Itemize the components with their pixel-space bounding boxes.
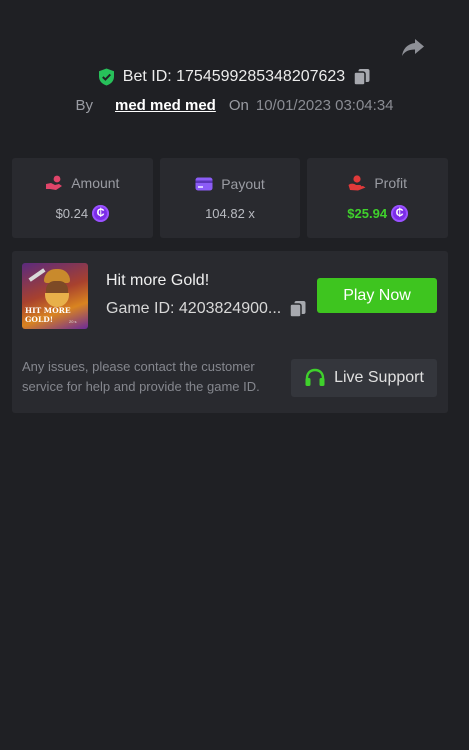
pickaxe-shape <box>28 268 46 282</box>
stat-amount: Amount $0.24 ₵ <box>12 158 153 238</box>
hand-coins-icon <box>45 175 63 191</box>
payout-value: 104.82 x <box>205 205 255 221</box>
hand-profit-icon <box>348 174 366 191</box>
coin-icon: ₵ <box>92 204 110 222</box>
miner-beard-shape <box>45 293 69 307</box>
thumb-badge: 20 s <box>69 319 77 324</box>
bet-datetime: 10/01/2023 03:04:34 <box>255 97 394 114</box>
bet-stats: Amount $0.24 ₵ Payout 104.82 x Profit $2… <box>12 158 449 238</box>
on-label: On <box>228 97 249 114</box>
play-now-button[interactable]: Play Now <box>317 278 437 313</box>
payout-label: Payout <box>221 175 265 192</box>
copy-bet-id-icon[interactable] <box>353 68 371 86</box>
live-support-button[interactable]: Live Support <box>291 359 437 397</box>
live-support-label: Live Support <box>334 369 424 386</box>
bet-author-row: By med med med On 10/01/2023 03:04:34 <box>0 97 469 114</box>
by-label: By <box>75 97 93 114</box>
game-id-row: Game ID: 4203824900... <box>106 300 307 318</box>
support-message: Any issues, please contact the customer … <box>22 359 260 394</box>
game-title[interactable]: Hit more Gold! <box>106 272 209 290</box>
amount-label: Amount <box>71 174 120 191</box>
thumb-title-line2: GOLD! <box>25 315 54 324</box>
bet-id: Bet ID: 1754599285348207623 <box>122 68 346 85</box>
coin-icon: ₵ <box>391 204 409 222</box>
profit-label: Profit <box>374 174 408 191</box>
thumb-title-line1: HIT MORE <box>25 306 71 315</box>
profit-value: $25.94 <box>347 205 388 221</box>
username-link[interactable]: med med med <box>115 97 216 114</box>
share-icon[interactable] <box>400 36 426 58</box>
verified-shield-icon <box>98 68 115 86</box>
card-icon <box>195 177 213 191</box>
game-card: HIT MORE GOLD! 20 s Hit more Gold! Game … <box>12 251 448 413</box>
headset-icon <box>304 368 326 388</box>
stat-payout: Payout 104.82 x <box>159 158 301 238</box>
amount-value: $0.24 <box>55 205 89 221</box>
game-id: Game ID: 4203824900... <box>106 300 282 317</box>
bet-id-row: Bet ID: 1754599285348207623 <box>0 68 469 86</box>
game-thumbnail[interactable]: HIT MORE GOLD! 20 s <box>22 263 88 329</box>
stat-profit: Profit $25.94 ₵ <box>307 158 449 238</box>
copy-game-id-icon[interactable] <box>289 300 307 318</box>
bet-detail-screen: Bet ID: 1754599285348207623 By med med m… <box>0 0 469 750</box>
